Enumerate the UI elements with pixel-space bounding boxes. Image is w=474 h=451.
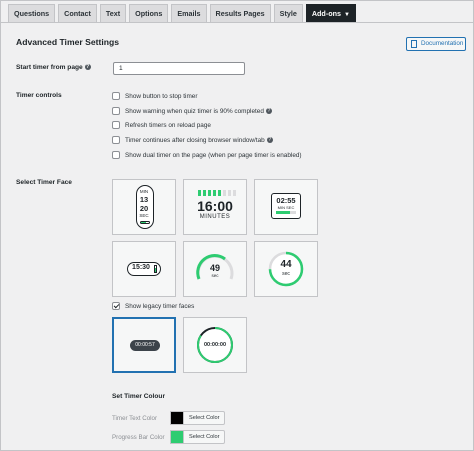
document-icon <box>411 40 417 48</box>
gauge-value: 49 <box>209 263 220 273</box>
start-timer-input[interactable]: 1 <box>113 62 245 75</box>
option-text: Timer continues after closing browser wi… <box>125 136 265 144</box>
gauge-unit: sec <box>211 273 219 278</box>
option-refresh-timers[interactable]: Refresh timers on reload page <box>112 121 211 129</box>
option-text: Show dual timer on the page (when per pa… <box>125 151 302 159</box>
checkbox[interactable] <box>112 107 120 115</box>
tab-text[interactable]: Text <box>99 4 127 22</box>
checkbox[interactable] <box>112 136 120 144</box>
tab-questions[interactable]: Questions <box>8 4 56 22</box>
capsule-battery <box>154 265 157 273</box>
ring-unit: sec <box>282 271 290 277</box>
timer-face-legacy-ring[interactable]: 00:00:00 <box>183 317 247 373</box>
tab-contact[interactable]: Contact <box>58 4 97 22</box>
tab-results-pages[interactable]: Results Pages <box>209 4 271 22</box>
checkbox[interactable] <box>112 121 120 129</box>
tab-add-ons-label: Add-ons <box>311 9 341 18</box>
help-icon[interactable]: ? <box>266 137 273 143</box>
box-time: 02:55 <box>276 196 296 205</box>
page-title: Advanced Timer Settings <box>16 37 119 47</box>
tab-emails[interactable]: Emails <box>171 4 207 22</box>
text-color-swatch[interactable] <box>170 411 184 425</box>
option-warning-90[interactable]: Show warning when quiz timer is 90% comp… <box>112 107 272 115</box>
select-progress-color-button[interactable]: Select Color <box>184 430 226 444</box>
pill-sec-label: SEC <box>139 213 149 218</box>
option-timer-continues[interactable]: Timer continues after closing browser wi… <box>112 136 273 144</box>
option-dual-timer[interactable]: Show dual timer on the page (when per pa… <box>112 151 302 159</box>
box-sec-label: SEC <box>286 205 295 210</box>
settings-panel: Questions Contact Text Options Emails Re… <box>0 0 474 451</box>
documentation-button[interactable]: Documentation <box>406 37 466 51</box>
timer-controls-label: Timer controls <box>16 92 62 99</box>
pill-progress-bar <box>140 221 150 224</box>
tab-bar: Questions Contact Text Options Emails Re… <box>8 4 356 22</box>
select-timer-face-label: Select Timer Face <box>16 179 72 186</box>
documentation-label: Documentation <box>421 40 464 47</box>
timer-face-gauge[interactable]: 49 sec <box>183 241 247 297</box>
timer-face-digital-minutes[interactable]: 16:00 MINUTES <box>183 179 247 235</box>
timer-colour-heading: Set Timer Colour <box>112 393 166 400</box>
help-icon[interactable]: ? <box>84 64 91 71</box>
option-legacy-faces[interactable]: Show legacy timer faces <box>112 302 194 310</box>
start-timer-label: Start timer from page? <box>16 64 91 71</box>
segment-progress <box>198 190 236 196</box>
ring-value: 44 <box>280 259 292 270</box>
timer-face-legacy-pill[interactable]: 00:00:57 <box>112 317 176 373</box>
progress-color-label: Progress Bar Color <box>112 433 165 441</box>
capsule-time: 15:30 <box>132 264 150 271</box>
progress-color-swatch[interactable] <box>170 430 184 444</box>
pill-seconds: 20 <box>139 204 149 213</box>
option-text: Refresh timers on reload page <box>125 121 211 129</box>
help-icon[interactable]: ? <box>265 108 272 114</box>
caret-down-icon: ▼ <box>344 12 350 18</box>
legacy-ring-time: 00:00:00 <box>203 342 227 348</box>
select-text-color-button[interactable]: Select Color <box>184 411 226 425</box>
tab-add-ons[interactable]: Add-ons ▼ <box>305 4 356 22</box>
checkbox[interactable] <box>112 92 120 100</box>
digital-unit: MINUTES <box>199 214 231 220</box>
timer-face-capsule[interactable]: 15:30 <box>112 241 176 297</box>
checkbox[interactable] <box>112 151 120 159</box>
checkbox-checked[interactable] <box>112 302 120 310</box>
text-color-label: Timer Text Color <box>112 414 158 422</box>
option-stop-button[interactable]: Show button to stop timer <box>112 92 197 100</box>
text-color-row: Timer Text Color Select Color <box>112 411 226 425</box>
legacy-pill: 00:00:57 <box>130 340 160 351</box>
pill-min-label: MIN <box>139 189 149 194</box>
option-text: Show button to stop timer <box>125 92 198 100</box>
timer-face-ring[interactable]: 44 sec <box>254 241 318 297</box>
tab-options[interactable]: Options <box>129 4 169 22</box>
digital-time: 16:00 <box>197 198 233 214</box>
pill-minutes: 13 <box>139 195 149 204</box>
start-timer-text: Start timer from page <box>16 64 83 71</box>
progress-color-row: Progress Bar Color Select Color <box>112 430 226 444</box>
option-text: Show warning when quiz timer is 90% comp… <box>125 107 264 115</box>
tab-divider <box>1 22 473 23</box>
tab-style[interactable]: Style <box>273 4 303 22</box>
box-labels: MIN SEC <box>255 205 317 210</box>
timer-face-box[interactable]: 02:55 MIN SEC <box>254 179 318 235</box>
timer-face-pill-vertical[interactable]: MIN 13 20 SEC <box>112 179 176 235</box>
option-text: Show legacy timer faces <box>125 302 195 310</box>
box-progress-bar <box>276 211 296 214</box>
box-min-label: MIN <box>277 205 285 210</box>
